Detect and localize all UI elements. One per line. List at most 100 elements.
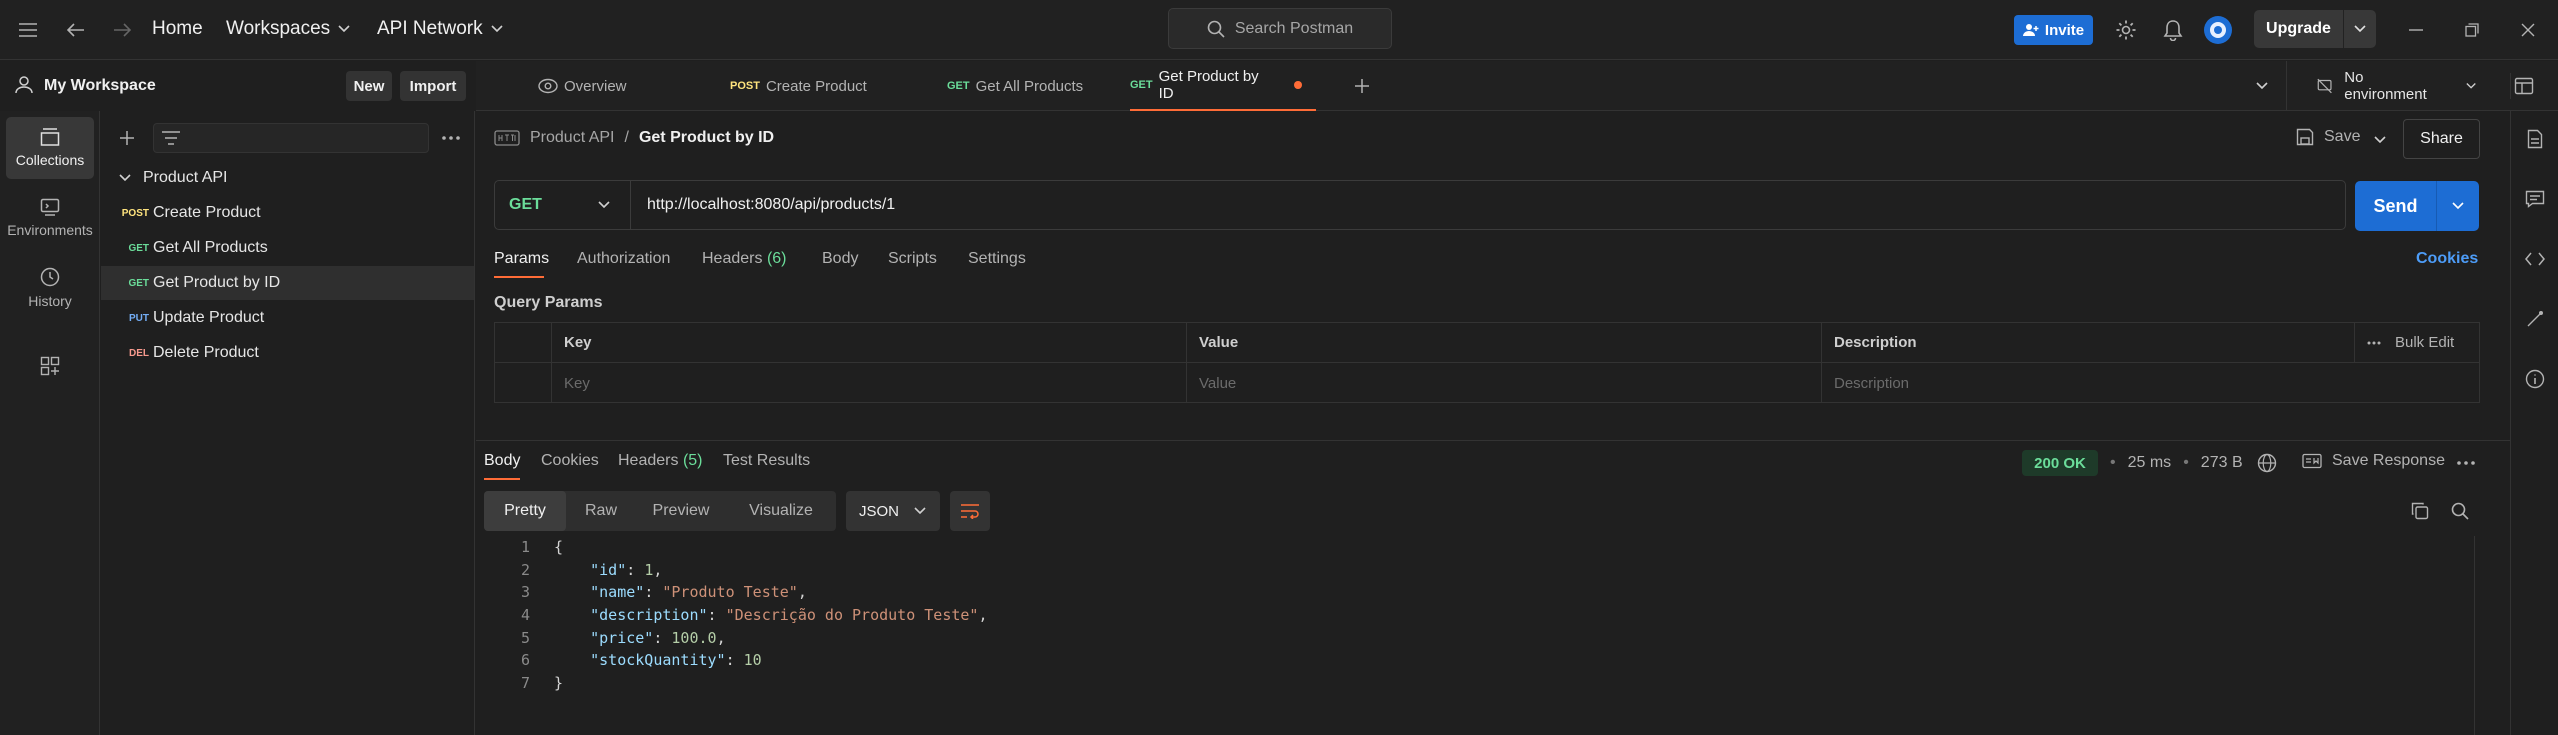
rail-item-collections[interactable]: Collections bbox=[6, 117, 94, 179]
search-input[interactable]: Search Postman bbox=[1168, 8, 1392, 49]
method-select[interactable]: GET bbox=[495, 181, 631, 229]
upgrade-button[interactable]: Upgrade bbox=[2254, 10, 2376, 48]
request-item[interactable]: POST Create Product bbox=[101, 196, 474, 230]
breadcrumb: Product API / Get Product by ID bbox=[494, 128, 774, 148]
workspace-header: My Workspace New Import bbox=[0, 61, 475, 111]
send-button[interactable]: Send bbox=[2355, 181, 2479, 231]
add-icon[interactable] bbox=[115, 126, 139, 150]
search-placeholder: Search Postman bbox=[1234, 19, 1354, 37]
format-select[interactable]: JSON bbox=[846, 491, 940, 531]
response-tab-cookies[interactable]: Cookies bbox=[541, 452, 599, 470]
tab-scripts[interactable]: Scripts bbox=[888, 250, 937, 268]
param-key-input[interactable]: Key bbox=[551, 363, 1181, 403]
forward-arrow-icon[interactable] bbox=[110, 18, 134, 42]
wrap-lines-button[interactable] bbox=[950, 491, 990, 531]
tab-overview[interactable]: Overview bbox=[538, 61, 627, 111]
more-options-icon[interactable] bbox=[2367, 341, 2381, 345]
tab-body[interactable]: Body bbox=[822, 250, 858, 268]
editor-scrollbar-track[interactable] bbox=[2474, 536, 2475, 735]
workspace-title[interactable]: My Workspace bbox=[44, 77, 156, 95]
tab-params[interactable]: Params bbox=[494, 250, 549, 268]
search-icon[interactable] bbox=[2448, 499, 2472, 523]
tab-label: Get Product by ID bbox=[1158, 68, 1259, 102]
restore-window-icon[interactable] bbox=[2460, 18, 2484, 42]
save-response-button[interactable]: Save Response bbox=[2302, 452, 2445, 470]
request-item[interactable]: PUT Update Product bbox=[101, 301, 474, 335]
breadcrumb-request[interactable]: Get Product by ID bbox=[639, 129, 774, 147]
view-raw-button[interactable]: Raw bbox=[566, 491, 636, 531]
view-pretty-button[interactable]: Pretty bbox=[484, 491, 566, 531]
response-tab-headers[interactable]: Headers (5) bbox=[618, 452, 703, 470]
close-window-icon[interactable] bbox=[2516, 18, 2540, 42]
environment-selector[interactable]: No environment bbox=[2286, 61, 2476, 111]
chevron-down-icon bbox=[338, 25, 350, 33]
tab-settings[interactable]: Settings bbox=[968, 250, 1026, 268]
status-badge[interactable]: 200 OK bbox=[2022, 450, 2098, 476]
view-preview-button[interactable]: Preview bbox=[636, 491, 726, 531]
tabs-overflow-chevron-icon[interactable] bbox=[2250, 74, 2274, 98]
code-icon[interactable] bbox=[2523, 247, 2547, 271]
copy-icon[interactable] bbox=[2408, 499, 2432, 523]
tab-headers[interactable]: Headers (6) bbox=[702, 250, 787, 268]
collection-folder[interactable]: Product API bbox=[101, 161, 474, 195]
comments-icon[interactable] bbox=[2523, 187, 2547, 211]
filter-input[interactable] bbox=[153, 123, 429, 153]
globe-icon[interactable] bbox=[2255, 451, 2279, 475]
environment-quicklook-icon[interactable] bbox=[2510, 73, 2536, 99]
send-dropdown-chevron-icon[interactable] bbox=[2437, 181, 2479, 231]
save-button[interactable]: Save bbox=[2296, 128, 2360, 146]
info-icon[interactable] bbox=[2523, 367, 2547, 391]
upgrade-dropdown-chevron-icon[interactable] bbox=[2344, 10, 2376, 48]
param-description-input[interactable]: Description bbox=[1821, 363, 2479, 403]
api-network-menu[interactable]: API Network bbox=[377, 18, 503, 40]
save-disk-icon bbox=[2296, 128, 2314, 146]
user-icon bbox=[14, 75, 34, 95]
response-divider[interactable] bbox=[476, 440, 2510, 441]
tab-authorization[interactable]: Authorization bbox=[577, 250, 670, 268]
back-arrow-icon[interactable] bbox=[64, 18, 88, 42]
url-input[interactable]: http://localhost:8080/api/products/1 bbox=[631, 196, 895, 214]
request-item-selected[interactable]: GET Get Product by ID bbox=[101, 266, 474, 300]
new-tab-plus-icon[interactable] bbox=[1350, 74, 1374, 98]
environments-icon bbox=[40, 198, 60, 216]
unsaved-dot-icon bbox=[1294, 81, 1302, 89]
menu-icon[interactable] bbox=[16, 18, 40, 42]
tab-create-product[interactable]: POST Create Product bbox=[730, 61, 867, 111]
documentation-icon[interactable] bbox=[2523, 127, 2547, 151]
share-button[interactable]: Share bbox=[2403, 119, 2480, 159]
home-link[interactable]: Home bbox=[152, 18, 203, 40]
rail-item-history[interactable]: History bbox=[6, 257, 94, 319]
request-item[interactable]: GET Get All Products bbox=[101, 231, 474, 265]
chevron-down-icon bbox=[491, 25, 503, 33]
minimize-icon[interactable] bbox=[2404, 18, 2428, 42]
response-tab-body[interactable]: Body bbox=[484, 452, 520, 470]
response-time[interactable]: 25 ms bbox=[2128, 454, 2172, 472]
bulk-edit-link[interactable]: Bulk Edit bbox=[2395, 334, 2454, 351]
response-size[interactable]: 273 B bbox=[2201, 454, 2243, 472]
tab-get-product-by-id[interactable]: GET Get Product by ID bbox=[1130, 61, 1316, 111]
breadcrumb-collection[interactable]: Product API bbox=[530, 129, 615, 147]
chevron-down-icon bbox=[2466, 82, 2476, 89]
related-collections-icon[interactable] bbox=[2523, 307, 2547, 331]
view-visualize-button[interactable]: Visualize bbox=[726, 491, 836, 531]
more-options-icon[interactable] bbox=[439, 126, 463, 150]
request-name: Get All Products bbox=[153, 239, 268, 256]
configure-sidebar-icon[interactable] bbox=[38, 354, 62, 378]
workspaces-menu[interactable]: Workspaces bbox=[226, 18, 350, 40]
param-value-input[interactable]: Value bbox=[1186, 363, 1821, 403]
bell-icon[interactable] bbox=[2160, 17, 2186, 43]
more-options-icon[interactable] bbox=[2454, 451, 2478, 475]
response-tab-test-results[interactable]: Test Results bbox=[723, 452, 810, 470]
new-button[interactable]: New bbox=[346, 71, 392, 101]
cookies-link[interactable]: Cookies bbox=[2416, 250, 2478, 268]
avatar[interactable] bbox=[2203, 15, 2233, 45]
settings-gear-icon[interactable] bbox=[2113, 17, 2139, 43]
import-button[interactable]: Import bbox=[400, 71, 466, 101]
tab-get-all-products[interactable]: GET Get All Products bbox=[947, 61, 1083, 111]
save-dropdown-chevron-icon[interactable] bbox=[2370, 130, 2390, 150]
code-text: { bbox=[554, 538, 564, 556]
rail-item-environments[interactable]: Environments bbox=[6, 187, 94, 249]
request-item[interactable]: DEL Delete Product bbox=[101, 336, 474, 370]
no-environment-icon bbox=[2317, 78, 2332, 94]
invite-button[interactable]: Invite bbox=[2014, 15, 2093, 45]
